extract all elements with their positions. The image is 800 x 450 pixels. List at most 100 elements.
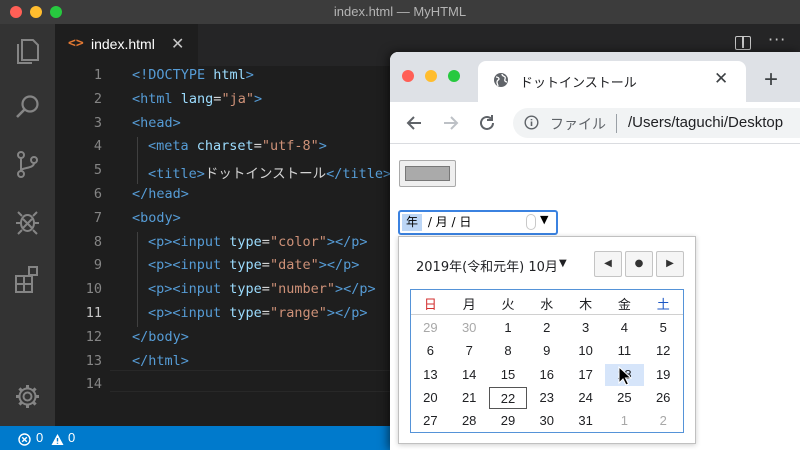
- calendar-day[interactable]: 31: [566, 410, 605, 433]
- calendar-day[interactable]: 6: [411, 340, 450, 363]
- source-control-icon[interactable]: [10, 147, 45, 182]
- html-file-icon: <>: [68, 36, 84, 51]
- calendar-day[interactable]: 4: [605, 317, 644, 340]
- calendar-day[interactable]: 13: [411, 364, 450, 387]
- code-line[interactable]: <body>: [132, 210, 181, 226]
- calendar-day[interactable]: 3: [566, 317, 605, 340]
- calendar-day[interactable]: 2: [644, 410, 683, 433]
- close-tab-icon[interactable]: ✕: [171, 34, 184, 53]
- calendar-day[interactable]: 9: [527, 340, 566, 363]
- weekday-label: 金: [617, 298, 631, 313]
- code-line[interactable]: <p><input type="date"></p>: [148, 257, 359, 273]
- code-line[interactable]: <meta charset="utf-8">: [148, 138, 327, 154]
- error-count[interactable]: 0: [36, 430, 43, 445]
- calendar-day[interactable]: 1: [605, 410, 644, 433]
- close-browser-tab-icon[interactable]: ✕: [714, 69, 728, 89]
- url-text[interactable]: /Users/taguchi/Desktop: [628, 114, 783, 131]
- code-line[interactable]: </html>: [132, 353, 189, 369]
- warning-count[interactable]: 0: [68, 430, 75, 445]
- code-line[interactable]: </head>: [132, 186, 189, 202]
- address-separator: [616, 114, 617, 133]
- calendar-day[interactable]: 20: [411, 387, 450, 410]
- calendar-day[interactable]: 23: [527, 387, 566, 410]
- code-token: <head>: [132, 114, 181, 131]
- calendar-day[interactable]: 22: [488, 386, 528, 410]
- calendar-day[interactable]: 29: [411, 317, 450, 340]
- calendar-day[interactable]: 2: [527, 317, 566, 340]
- split-editor-icon[interactable]: [735, 36, 751, 50]
- date-picker-popup: 2019年(令和元年) 10月 ▼ ◀ ● ▶ 日月火水木金土 29 30 1 2 3 4…: [398, 236, 696, 444]
- calendar-day[interactable]: 5: [644, 317, 683, 340]
- code-line[interactable]: <head>: [132, 115, 181, 131]
- line-number: 9: [93, 257, 102, 274]
- calendar-day[interactable]: 11: [605, 340, 644, 363]
- search-icon[interactable]: [10, 90, 45, 125]
- calendar-day[interactable]: 15: [489, 364, 528, 387]
- forward-arrow-icon[interactable]: [441, 113, 461, 133]
- calendar-day[interactable]: 25: [605, 387, 644, 410]
- date-year-segment[interactable]: 年: [402, 214, 422, 231]
- date-spinner[interactable]: [526, 214, 536, 230]
- calendar-day[interactable]: 17: [566, 364, 605, 387]
- code-line[interactable]: <p><input type="number"></p>: [148, 281, 376, 297]
- settings-gear-icon[interactable]: [10, 379, 45, 414]
- calendar-day[interactable]: 14: [450, 364, 489, 387]
- code-token: =: [261, 257, 270, 274]
- calendar-day[interactable]: 8: [489, 340, 528, 363]
- code-token: "date": [269, 257, 319, 274]
- month-dropdown-icon[interactable]: ▼: [559, 258, 567, 269]
- calendar-day[interactable]: 10: [566, 340, 605, 363]
- date-month-day-segments[interactable]: / 月 / 日: [424, 214, 472, 231]
- color-input[interactable]: [399, 160, 456, 187]
- browser-close-button[interactable]: [402, 70, 414, 82]
- line-number: 5: [93, 162, 102, 179]
- calendar-day[interactable]: 1: [489, 317, 528, 340]
- code-line[interactable]: <html lang="ja">: [132, 91, 262, 107]
- extensions-icon[interactable]: [10, 262, 45, 297]
- calendar-day[interactable]: 7: [450, 340, 489, 363]
- calendar-day[interactable]: 21: [450, 387, 489, 410]
- code-line[interactable]: </body>: [132, 329, 189, 345]
- line-number: 10: [85, 281, 102, 298]
- files-icon[interactable]: [10, 34, 45, 69]
- calendar-day[interactable]: 16: [527, 364, 566, 387]
- next-month-button[interactable]: ▶: [656, 251, 684, 277]
- code-token: type: [229, 233, 262, 250]
- info-icon[interactable]: [524, 115, 539, 130]
- calendar-day[interactable]: 30: [450, 317, 489, 340]
- code-line[interactable]: <p><input type="range"></p>: [148, 305, 367, 321]
- address-bar[interactable]: ファイル /Users/taguchi/Desktop: [513, 108, 800, 138]
- calendar-day[interactable]: 29: [489, 410, 528, 433]
- reload-icon[interactable]: [477, 113, 497, 133]
- code-token: "number": [269, 281, 335, 298]
- calendar-day[interactable]: 27: [411, 410, 450, 433]
- browser-zoom-button[interactable]: [448, 70, 460, 82]
- warning-icon[interactable]: [51, 431, 64, 445]
- calendar-day[interactable]: 12: [644, 340, 683, 363]
- browser-tab[interactable]: ドットインストール ✕: [478, 61, 746, 102]
- line-number: 3: [93, 114, 102, 131]
- mouse-pointer-icon: [618, 365, 633, 386]
- today-button[interactable]: ●: [625, 251, 653, 277]
- calendar-day[interactable]: 26: [644, 387, 683, 410]
- new-tab-button[interactable]: +: [764, 66, 778, 94]
- month-year-label[interactable]: 2019年(令和元年) 10月: [416, 256, 558, 275]
- back-arrow-icon[interactable]: [404, 113, 424, 133]
- calendar-day[interactable]: 24: [566, 387, 605, 410]
- more-actions-icon[interactable]: ···: [768, 30, 786, 49]
- date-input[interactable]: 年 / 月 / 日 ▼: [398, 210, 558, 235]
- browser-minimize-button[interactable]: [425, 70, 437, 82]
- code-token: >: [253, 90, 263, 107]
- code-line[interactable]: <title>ドットインストール</title>: [148, 162, 391, 182]
- debug-icon[interactable]: [10, 204, 45, 239]
- code-line[interactable]: <!DOCTYPE html>: [132, 67, 254, 83]
- calendar-day[interactable]: 19: [644, 364, 683, 387]
- previous-month-button[interactable]: ◀: [594, 251, 622, 277]
- error-icon[interactable]: [18, 431, 31, 446]
- calendar-day[interactable]: 30: [527, 410, 566, 433]
- date-dropdown-arrow-icon[interactable]: ▼: [540, 213, 548, 226]
- code-token: html: [213, 67, 246, 83]
- code-line[interactable]: <p><input type="color"></p>: [148, 234, 367, 250]
- calendar-day[interactable]: 28: [450, 410, 489, 433]
- editor-tab-index-html[interactable]: <> index.html ✕: [55, 24, 198, 66]
